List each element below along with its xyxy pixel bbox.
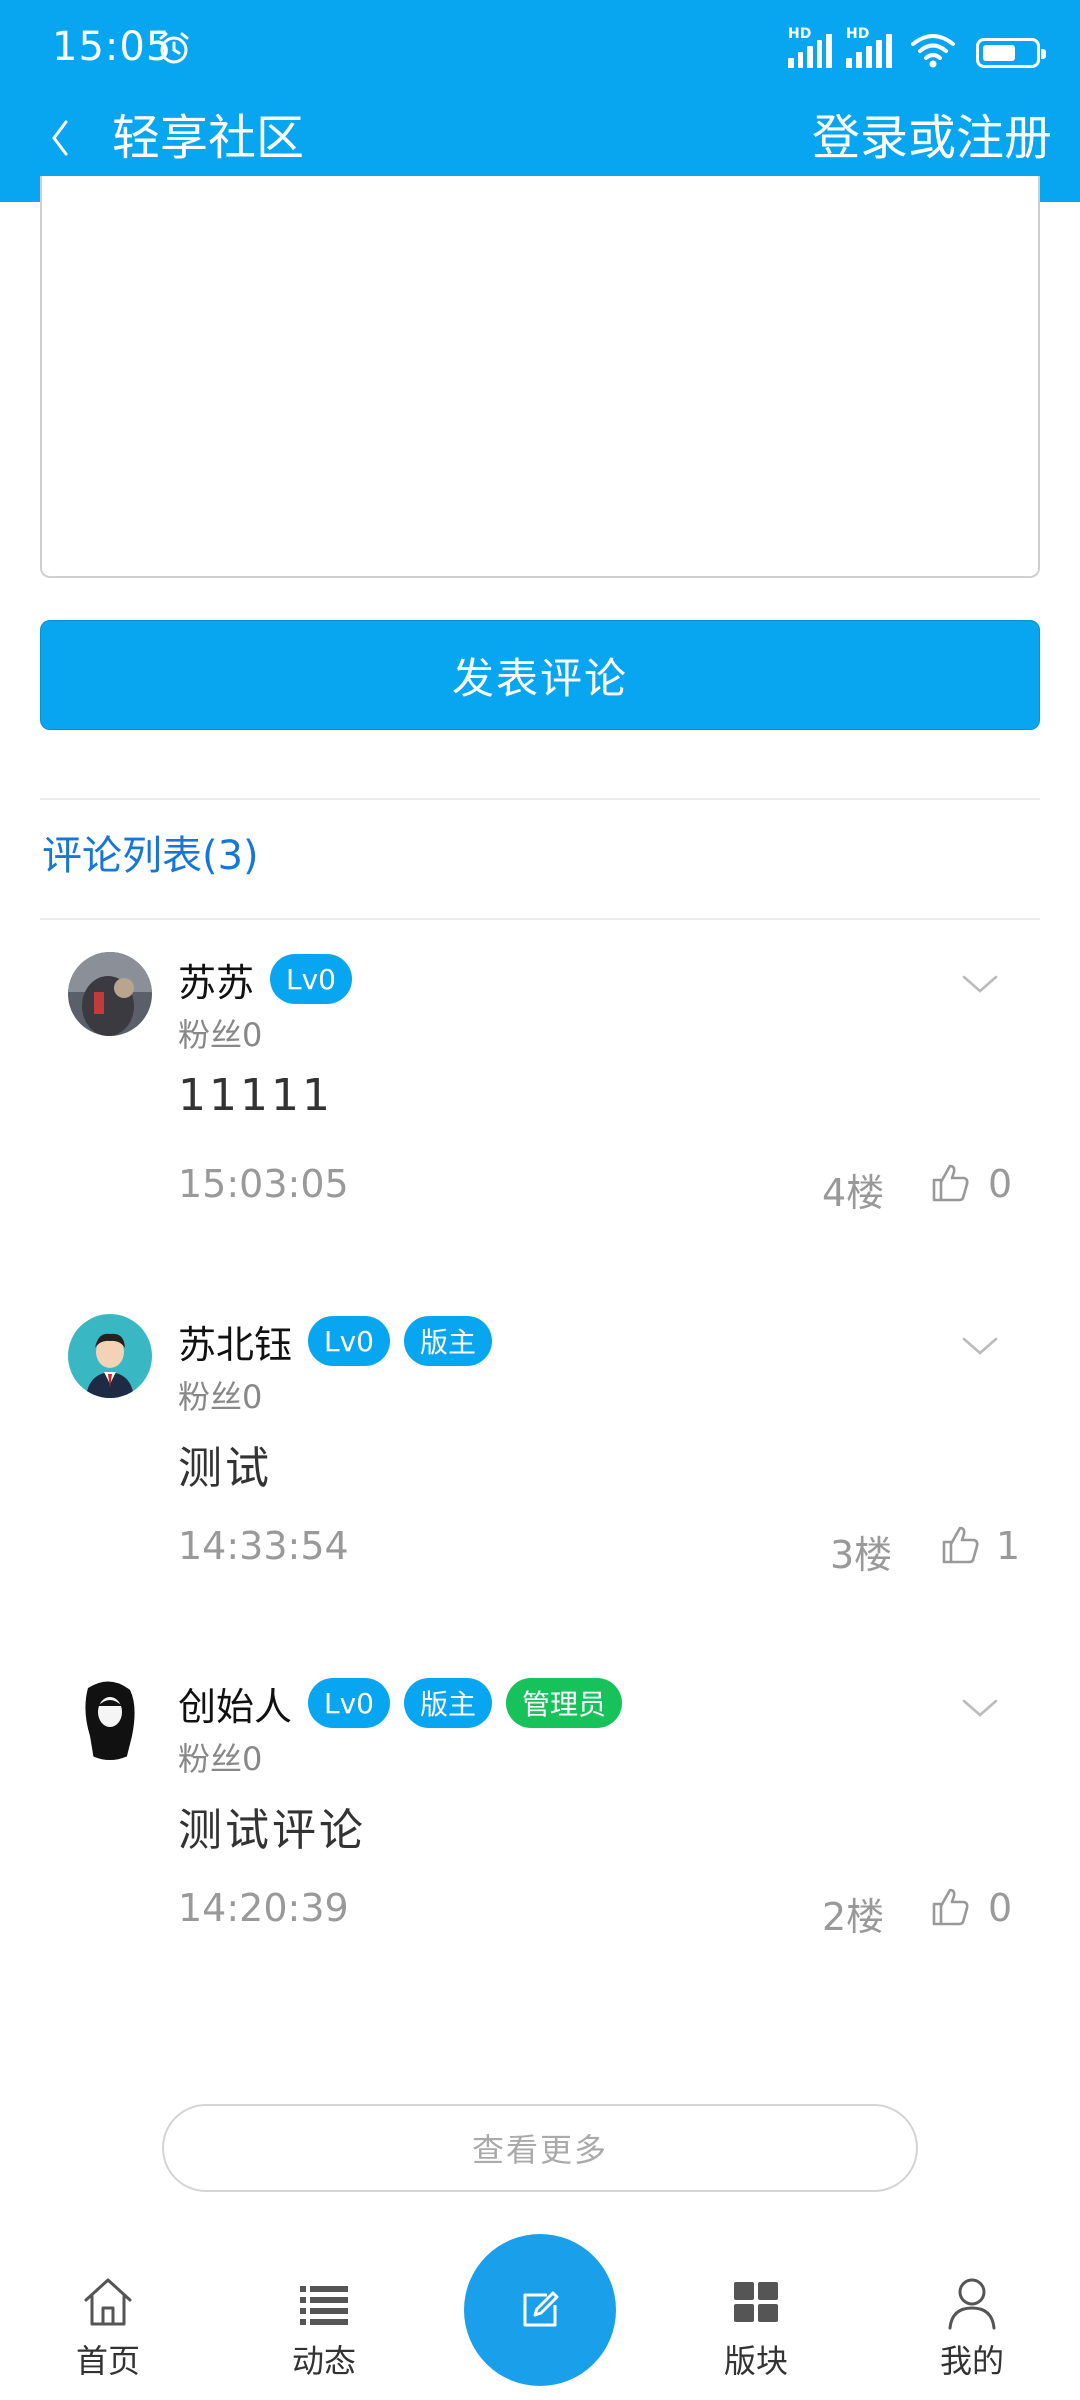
comment-item: 苏苏 Lv0 粉丝0 11111 15:03:05 4楼 0 [0,952,1080,1252]
nav-label: 我的 [939,2342,1004,2380]
nav-item-home[interactable]: 首页 [38,2274,178,2382]
nav-item-feed[interactable]: 动态 [254,2274,394,2382]
like-count: 0 [988,1886,1013,1930]
submit-comment-button[interactable]: 发表评论 [40,620,1040,730]
thumbs-up-icon[interactable] [940,1524,980,1566]
avatar[interactable] [68,1676,152,1760]
thumbs-up-icon[interactable] [930,1886,970,1928]
avatar[interactable] [68,1314,152,1398]
comment-content: 11111 [178,1070,333,1121]
back-button[interactable] [40,108,80,168]
view-more-button[interactable]: 查看更多 [162,2104,918,2192]
thumbs-up-icon[interactable] [930,1162,970,1204]
moderator-badge: 版主 [404,1316,493,1366]
level-badge: Lv0 [308,1316,390,1366]
user-icon [948,2278,996,2330]
fans-count: 粉丝0 [178,1740,263,1778]
comment-item: 创始人 Lv0 版主 管理员 粉丝0 测试评论 14:20:39 2楼 0 [0,1676,1080,1976]
admin-badge: 管理员 [506,1678,623,1728]
avatar[interactable] [68,952,152,1036]
chevron-down-icon[interactable] [960,1696,1000,1720]
login-register-link[interactable]: 登录或注册 [812,108,1052,168]
grid-icon [734,2282,778,2322]
chevron-down-icon[interactable] [960,972,1000,996]
like-count: 1 [996,1524,1021,1568]
comment-list-title: 评论列表(3) [42,833,259,879]
floor-label: 4楼 [822,1171,885,1215]
level-badge: Lv0 [308,1678,390,1728]
comment-content: 测试 [178,1443,272,1494]
battery-icon [976,38,1046,68]
signal-icon: HD [788,26,832,68]
username[interactable]: 苏苏 [178,952,254,1007]
comment-time: 14:20:39 [178,1886,349,1930]
fans-count: 粉丝0 [178,1378,263,1416]
page-title: 轻享社区 [112,110,305,166]
moderator-badge: 版主 [404,1678,493,1728]
divider [40,798,1040,800]
like-count: 0 [988,1162,1013,1206]
status-time: 15:05 [52,24,173,70]
alarm-icon [159,32,189,64]
wifi-icon [911,34,955,68]
comment-content: 测试评论 [178,1805,366,1856]
floor-label: 2楼 [822,1895,885,1939]
level-badge: Lv0 [270,954,352,1004]
floor-label: 3楼 [830,1533,893,1577]
signal-icon: HD [846,26,896,68]
comment-item: 苏北钰 Lv0 版主 粉丝0 测试 14:33:54 3楼 1 [0,1314,1080,1614]
new-post-button[interactable] [464,2234,616,2386]
username[interactable]: 苏北钰 [178,1314,292,1369]
comment-time: 15:03:05 [178,1162,349,1206]
edit-icon [523,2291,559,2327]
nav-label: 首页 [75,2342,140,2380]
nav-item-boards[interactable]: 版块 [686,2274,826,2382]
list-icon [300,2286,348,2325]
comment-input[interactable] [40,176,1040,578]
nav-label: 动态 [291,2342,356,2380]
comment-time: 14:33:54 [178,1524,349,1568]
username[interactable]: 创始人 [178,1676,292,1731]
nav-item-profile[interactable]: 我的 [902,2274,1042,2382]
fans-count: 粉丝0 [178,1016,263,1054]
chevron-down-icon[interactable] [960,1334,1000,1358]
divider [40,918,1040,920]
nav-label: 版块 [723,2342,788,2380]
home-icon [84,2278,132,2326]
top-app-bar: 15:05 HD HD 轻享社区 登录或注册 [0,0,1080,202]
status-icons: HD HD [788,26,1046,68]
chevron-left-icon [52,120,68,156]
